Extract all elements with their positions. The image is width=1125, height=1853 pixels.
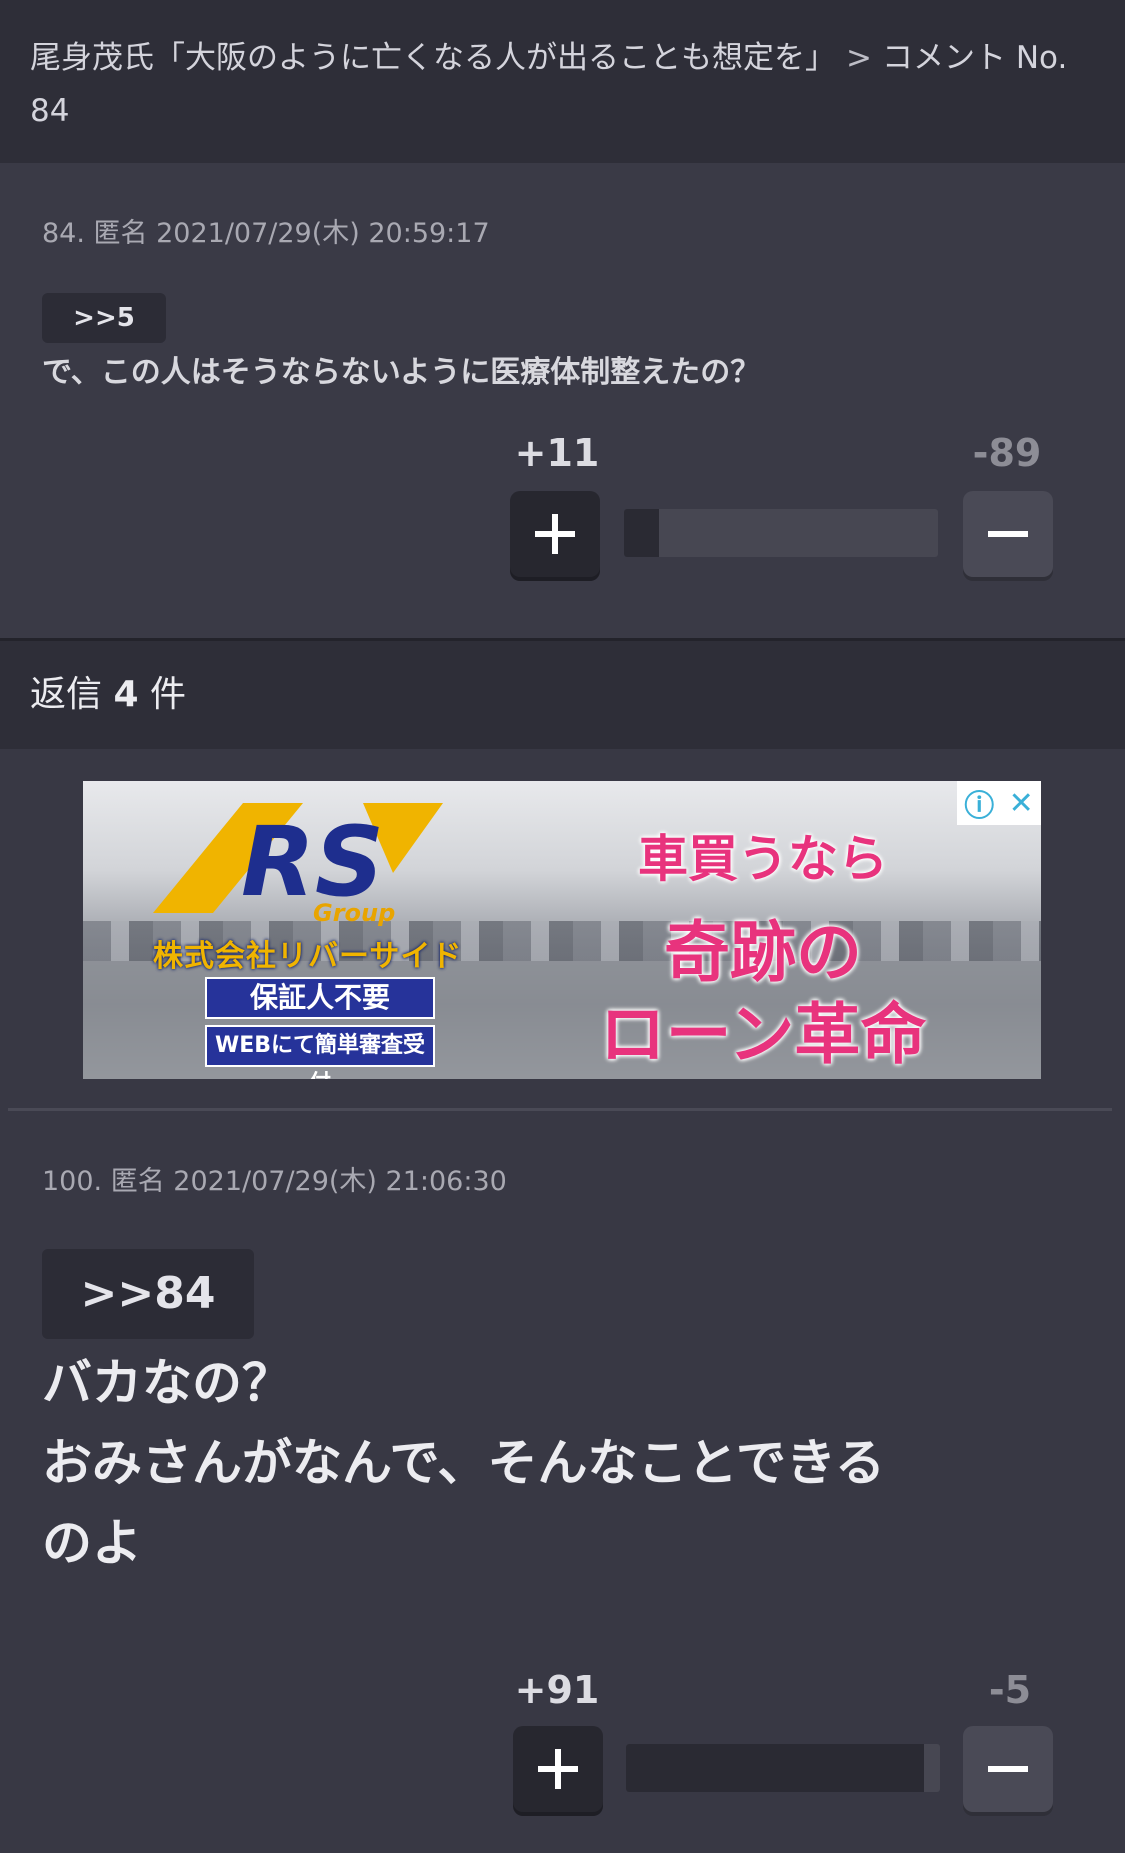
plus-vote-count: +11 [514, 431, 600, 475]
ad-choices[interactable]: ⓘ ✕ [957, 781, 1041, 825]
ad-headline-3: ローン革命 [599, 996, 927, 1073]
vote-ratio-fill [626, 1744, 924, 1792]
minus-vote-count: -5 [988, 1668, 1032, 1712]
replies-suffix: 件 [149, 674, 186, 715]
plus-vote-count: +91 [514, 1668, 600, 1712]
ad-logo-text: RS [241, 806, 384, 913]
replies-prefix: 返信 [30, 674, 103, 715]
vote-ratio-bar [626, 1744, 940, 1792]
comment-body: バカなの？ おみさんがなんで、そんなことできる のよ [42, 1343, 885, 1583]
reply-anchor-link[interactable]: >>5 [42, 293, 166, 343]
comment-line: おみさんがなんで、そんなことできる [42, 1434, 885, 1492]
comment-100: 100. 匿名 2021/07/29(木) 21:06:30 >>84 バカなの… [0, 1111, 1125, 1853]
plus-vote-button[interactable] [513, 1726, 603, 1812]
comment-line: バカなの？ [42, 1354, 292, 1412]
breadcrumb-separator: > [846, 40, 872, 76]
comment-meta: 100. 匿名 2021/07/29(木) 21:06:30 [42, 1166, 507, 1197]
page-header: 尾身茂氏「大阪のように亡くなる人が出ることも想定を」 > コメント No. 84 [0, 0, 1125, 163]
ad-group-label: Group [313, 899, 396, 927]
plus-icon [538, 1749, 578, 1789]
reply-anchor-link[interactable]: >>84 [42, 1249, 254, 1339]
comment-body: で、この人はそうならないように医療体制整えたの？ [42, 355, 761, 390]
close-icon[interactable]: ✕ [1009, 786, 1034, 821]
minus-vote-count: -89 [972, 431, 1042, 475]
ad-banner[interactable]: RS Group 株式会社リバーサイド 保証人不要 WEBにて簡単審査受付 車買… [83, 781, 1041, 1079]
info-icon[interactable]: ⓘ [964, 781, 994, 825]
replies-header: 返信 4 件 [0, 641, 1125, 749]
minus-vote-button[interactable] [963, 1726, 1053, 1812]
article-title-link[interactable]: 尾身茂氏「大阪のように亡くなる人が出ることも想定を」 [30, 40, 836, 76]
ad-badge-web: WEBにて簡単審査受付 [205, 1025, 435, 1079]
plus-vote-button[interactable] [510, 491, 600, 577]
vote-ratio-fill [624, 509, 659, 557]
ad-company-name: 株式会社リバーサイド [153, 939, 463, 974]
minus-icon [988, 531, 1028, 537]
comment-line: のよ [42, 1514, 142, 1572]
vote-ratio-bar [624, 509, 938, 557]
plus-icon [535, 514, 575, 554]
comment-84: 84. 匿名 2021/07/29(木) 20:59:17 >>5 で、この人は… [0, 163, 1125, 638]
minus-icon [988, 1766, 1028, 1772]
ad-logo: RS [153, 803, 443, 913]
ad-badge-no-guarantor: 保証人不要 [205, 977, 435, 1019]
comment-meta: 84. 匿名 2021/07/29(木) 20:59:17 [42, 218, 490, 249]
ad-headline-1: 車買うなら [638, 830, 888, 888]
replies-count: 4 [113, 674, 139, 715]
minus-vote-button[interactable] [963, 491, 1053, 577]
